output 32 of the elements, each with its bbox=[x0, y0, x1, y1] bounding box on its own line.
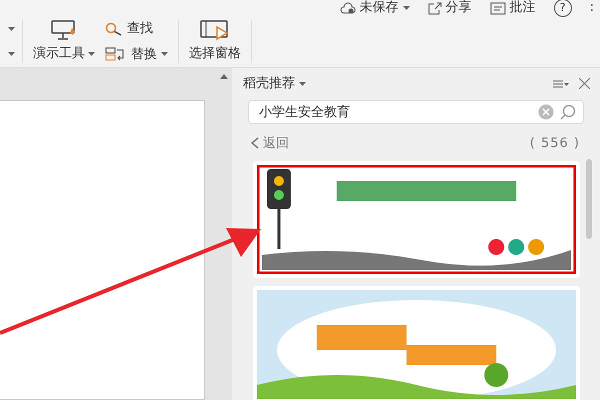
scrollbar-thumb[interactable] bbox=[586, 159, 592, 239]
list-menu-icon bbox=[553, 80, 569, 88]
more-icon[interactable]: : bbox=[590, 0, 594, 18]
result-count: ( 556 ) bbox=[530, 134, 580, 152]
share-icon bbox=[428, 2, 442, 14]
help-button[interactable]: ? bbox=[554, 0, 572, 17]
comment-icon bbox=[490, 2, 506, 14]
presenter-icon bbox=[50, 19, 78, 42]
panel-title-button[interactable]: 稻壳推荐 bbox=[243, 74, 306, 94]
ribbon-button[interactable]: 选择窗格 bbox=[179, 16, 251, 67]
ribbon-button[interactable]: 查找 bbox=[105, 19, 168, 38]
pane-icon bbox=[199, 19, 231, 42]
caret-icon bbox=[8, 26, 14, 31]
caret-icon bbox=[161, 52, 168, 56]
chevron-left-icon bbox=[251, 137, 259, 150]
caret-icon bbox=[88, 52, 95, 56]
caret-icon bbox=[299, 82, 306, 86]
clear-icon bbox=[538, 104, 554, 120]
search-icon bbox=[105, 22, 123, 36]
ribbon-button[interactable]: 替换 bbox=[105, 44, 168, 64]
back-link[interactable]: 返回 bbox=[251, 134, 289, 153]
cloud-icon bbox=[340, 2, 356, 14]
caret-icon bbox=[8, 52, 14, 56]
top-bar-button[interactable]: 未保存 bbox=[340, 0, 410, 18]
search-field[interactable]: 小学生安全教育 bbox=[248, 100, 584, 124]
caret-icon bbox=[402, 6, 410, 10]
close-icon bbox=[579, 78, 590, 90]
top-bar-button[interactable]: 批注 bbox=[490, 0, 536, 18]
search-icon bbox=[560, 104, 578, 120]
caret-icon bbox=[220, 74, 228, 79]
top-bar-button[interactable]: 分享 bbox=[428, 0, 472, 18]
ribbon-button[interactable]: 演示工具 bbox=[23, 16, 105, 67]
